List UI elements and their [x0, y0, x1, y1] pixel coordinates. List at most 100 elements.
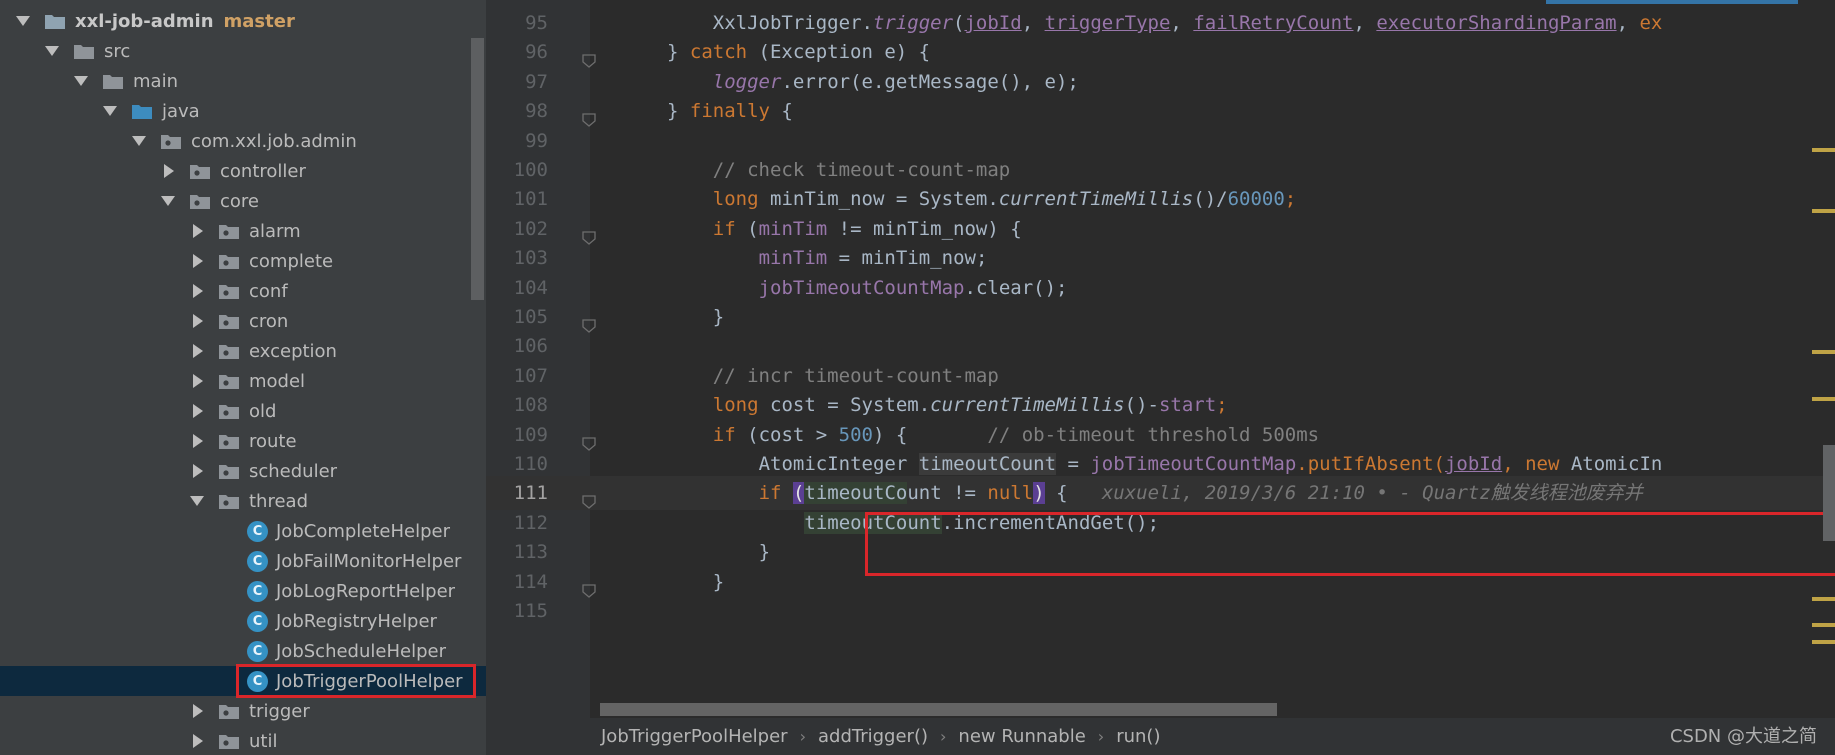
- code-token: jobId: [1444, 453, 1503, 475]
- collapse-arrow-icon[interactable]: [193, 284, 203, 298]
- code-token: currentTimeMillis: [930, 394, 1125, 417]
- tree-folder-item[interactable]: model: [0, 366, 486, 396]
- tree-folder-item[interactable]: core: [0, 186, 486, 216]
- expand-arrow-icon[interactable]: [103, 106, 117, 116]
- tree-folder-item[interactable]: scheduler: [0, 456, 486, 486]
- code-token: if: [758, 482, 782, 505]
- fold-marker-icon[interactable]: [582, 45, 596, 69]
- tree-file-item[interactable]: C JobLogReportHelper: [0, 576, 486, 606]
- code-token: ;: [1216, 394, 1228, 417]
- code-token: jobTimeoutCountMap: [1090, 453, 1297, 475]
- collapse-arrow-icon[interactable]: [193, 434, 203, 448]
- code-token: logger: [712, 70, 782, 93]
- tree-folder-item[interactable]: java: [0, 96, 486, 126]
- code-token: minTim_now = System.: [758, 188, 999, 211]
- expand-arrow-icon[interactable]: [16, 16, 30, 26]
- package-icon: [218, 343, 240, 360]
- tree-folder-item[interactable]: cron: [0, 306, 486, 336]
- code-token: triggerType: [1044, 12, 1171, 34]
- tree-folder-item[interactable]: xxl-job-admin master: [0, 6, 486, 36]
- fold-marker-icon[interactable]: [582, 428, 596, 451]
- code-token: .error(e.getMessage(), e);: [781, 70, 1079, 93]
- java-class-icon: C: [247, 580, 268, 602]
- code-token: if: [712, 423, 736, 446]
- code-token: }: [667, 41, 690, 64]
- java-class-icon: C: [247, 640, 268, 662]
- fold-marker-icon[interactable]: [582, 575, 596, 598]
- tree-file-item[interactable]: C JobScheduleHelper: [0, 636, 486, 666]
- collapse-arrow-icon[interactable]: [193, 374, 203, 388]
- tree-folder-item[interactable]: main: [0, 66, 486, 96]
- fold-marker-icon[interactable]: [582, 222, 596, 245]
- code-token: unt !=: [907, 482, 988, 505]
- tree-folder-item[interactable]: route: [0, 426, 486, 456]
- collapse-arrow-icon[interactable]: [193, 224, 203, 238]
- tree-item-label: src: [104, 40, 131, 62]
- fold-marker-icon[interactable]: [582, 310, 596, 333]
- breadcrumb-item-class[interactable]: JobTriggerPoolHelper: [601, 726, 788, 747]
- tree-file-item[interactable]: C JobCompleteHelper: [0, 516, 486, 546]
- code-token: }: [667, 100, 690, 123]
- expand-arrow-icon[interactable]: [45, 46, 59, 56]
- tree-item-label: xxl-job-admin: [75, 10, 214, 32]
- tree-folder-item[interactable]: thread: [0, 486, 486, 516]
- breadcrumb-separator-icon: ›: [940, 727, 947, 746]
- breadcrumb-item-anonymous[interactable]: new Runnable: [958, 726, 1085, 747]
- tree-folder-item[interactable]: conf: [0, 276, 486, 306]
- code-token: // incr timeout-count-map: [712, 364, 999, 387]
- expand-arrow-icon[interactable]: [190, 496, 204, 506]
- breadcrumb: JobTriggerPoolHelper › addTrigger() › ne…: [486, 718, 1835, 755]
- tree-folder-item[interactable]: controller: [0, 156, 486, 186]
- expand-arrow-icon[interactable]: [74, 76, 88, 86]
- fold-marker-icon[interactable]: [582, 104, 596, 128]
- tree-folder-item[interactable]: complete: [0, 246, 486, 276]
- collapse-arrow-icon[interactable]: [193, 704, 203, 718]
- code-token: minTim: [758, 247, 828, 270]
- code-token: 500: [838, 423, 873, 446]
- collapse-arrow-icon[interactable]: [193, 254, 203, 268]
- line-number: 115: [513, 600, 548, 622]
- collapse-arrow-icon[interactable]: [164, 164, 174, 178]
- breadcrumb-item-method[interactable]: addTrigger(): [818, 726, 928, 747]
- code-token: XxlJobTrigger.: [712, 12, 873, 34]
- package-icon: [189, 163, 211, 180]
- tree-scrollbar[interactable]: [471, 38, 484, 300]
- package-icon: [218, 703, 240, 720]
- tree-folder-item[interactable]: src: [0, 36, 486, 66]
- error-stripe-marker: [1812, 597, 1835, 601]
- horizontal-scrollbar[interactable]: [600, 703, 1277, 716]
- collapse-arrow-icon[interactable]: [193, 734, 203, 748]
- fold-marker-icon[interactable]: [582, 486, 596, 510]
- tree-folder-item[interactable]: trigger: [0, 696, 486, 726]
- tree-file-item[interactable]: C JobRegistryHelper: [0, 606, 486, 636]
- code-line: 115: [486, 594, 1835, 628]
- tree-item-label: JobRegistryHelper: [276, 610, 437, 632]
- vertical-scrollbar[interactable]: [1823, 445, 1835, 541]
- java-class-icon: C: [247, 520, 268, 542]
- tree-item-label: JobScheduleHelper: [276, 640, 446, 662]
- collapse-arrow-icon[interactable]: [193, 344, 203, 358]
- collapse-arrow-icon[interactable]: [193, 464, 203, 478]
- tree-folder-item[interactable]: exception: [0, 336, 486, 366]
- code-token: start: [1158, 394, 1217, 417]
- breadcrumb-item-run[interactable]: run(): [1116, 726, 1160, 747]
- package-icon: [218, 493, 240, 510]
- collapse-arrow-icon[interactable]: [193, 404, 203, 418]
- expand-arrow-icon[interactable]: [132, 136, 146, 146]
- code-editor[interactable]: 95 XxlJobTrigger.trigger(jobId, triggerTy…: [486, 0, 1835, 718]
- code-token: failRetryCount: [1193, 12, 1354, 34]
- tree-folder-item[interactable]: util: [0, 726, 486, 755]
- tree-folder-item[interactable]: old: [0, 396, 486, 426]
- code-token: AtomicInteger: [758, 453, 919, 475]
- package-icon: [189, 193, 211, 210]
- error-stripe-marker: [1812, 148, 1835, 152]
- tree-item-label: main: [133, 70, 178, 92]
- collapse-arrow-icon[interactable]: [193, 314, 203, 328]
- tree-file-item[interactable]: C JobFailMonitorHelper: [0, 546, 486, 576]
- code-token: 60000: [1227, 188, 1285, 211]
- folder-icon: [102, 73, 124, 90]
- code-token: trigger: [872, 12, 954, 34]
- expand-arrow-icon[interactable]: [161, 196, 175, 206]
- tree-folder-item[interactable]: com.xxl.job.admin: [0, 126, 486, 156]
- tree-folder-item[interactable]: alarm: [0, 216, 486, 246]
